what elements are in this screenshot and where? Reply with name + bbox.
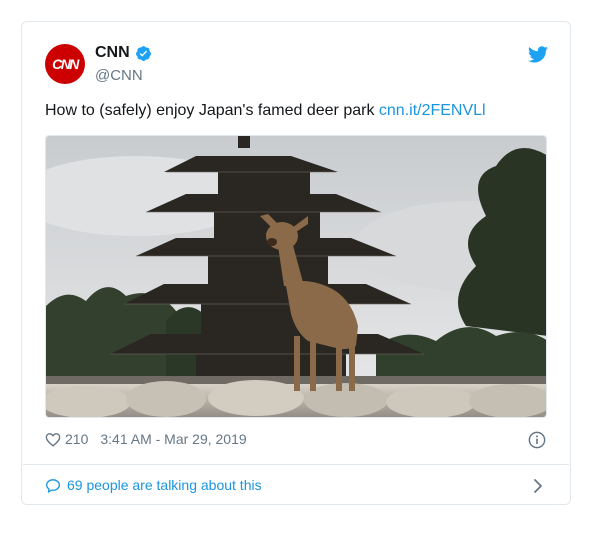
conversation-text[interactable]: 69 people are talking about this (67, 477, 262, 493)
chevron-right-icon[interactable] (533, 478, 543, 494)
speech-bubble-icon (45, 478, 61, 493)
divider (23, 464, 569, 465)
tweet-link[interactable]: cnn.it/2FENVLl (379, 102, 486, 119)
tweet-card[interactable]: CNN CNN @CNN How to (safely) enjoy Japan… (21, 21, 571, 505)
like-count[interactable]: 210 (65, 431, 88, 447)
author-name-row[interactable]: CNN (95, 44, 152, 62)
heart-icon[interactable] (45, 432, 61, 447)
info-icon[interactable] (528, 431, 546, 449)
verified-badge-icon (135, 45, 151, 61)
twitter-bird-icon[interactable] (528, 46, 548, 63)
author-display-name[interactable]: CNN (95, 44, 130, 62)
avatar[interactable]: CNN (45, 44, 85, 84)
author-handle[interactable]: @CNN (95, 67, 143, 84)
avatar-logo-text: CNN (52, 56, 79, 72)
conversation-link[interactable]: 69 people are talking about this (45, 477, 262, 493)
tweet-text: How to (safely) enjoy Japan's famed deer… (45, 102, 486, 120)
tweet-body: How to (safely) enjoy Japan's famed deer… (45, 102, 375, 119)
tweet-meta: 210 3:41 AM - Mar 29, 2019 (45, 431, 247, 447)
tweet-image[interactable] (45, 135, 547, 418)
deer-pagoda-photo (46, 136, 546, 417)
tweet-timestamp[interactable]: 3:41 AM - Mar 29, 2019 (100, 431, 246, 447)
